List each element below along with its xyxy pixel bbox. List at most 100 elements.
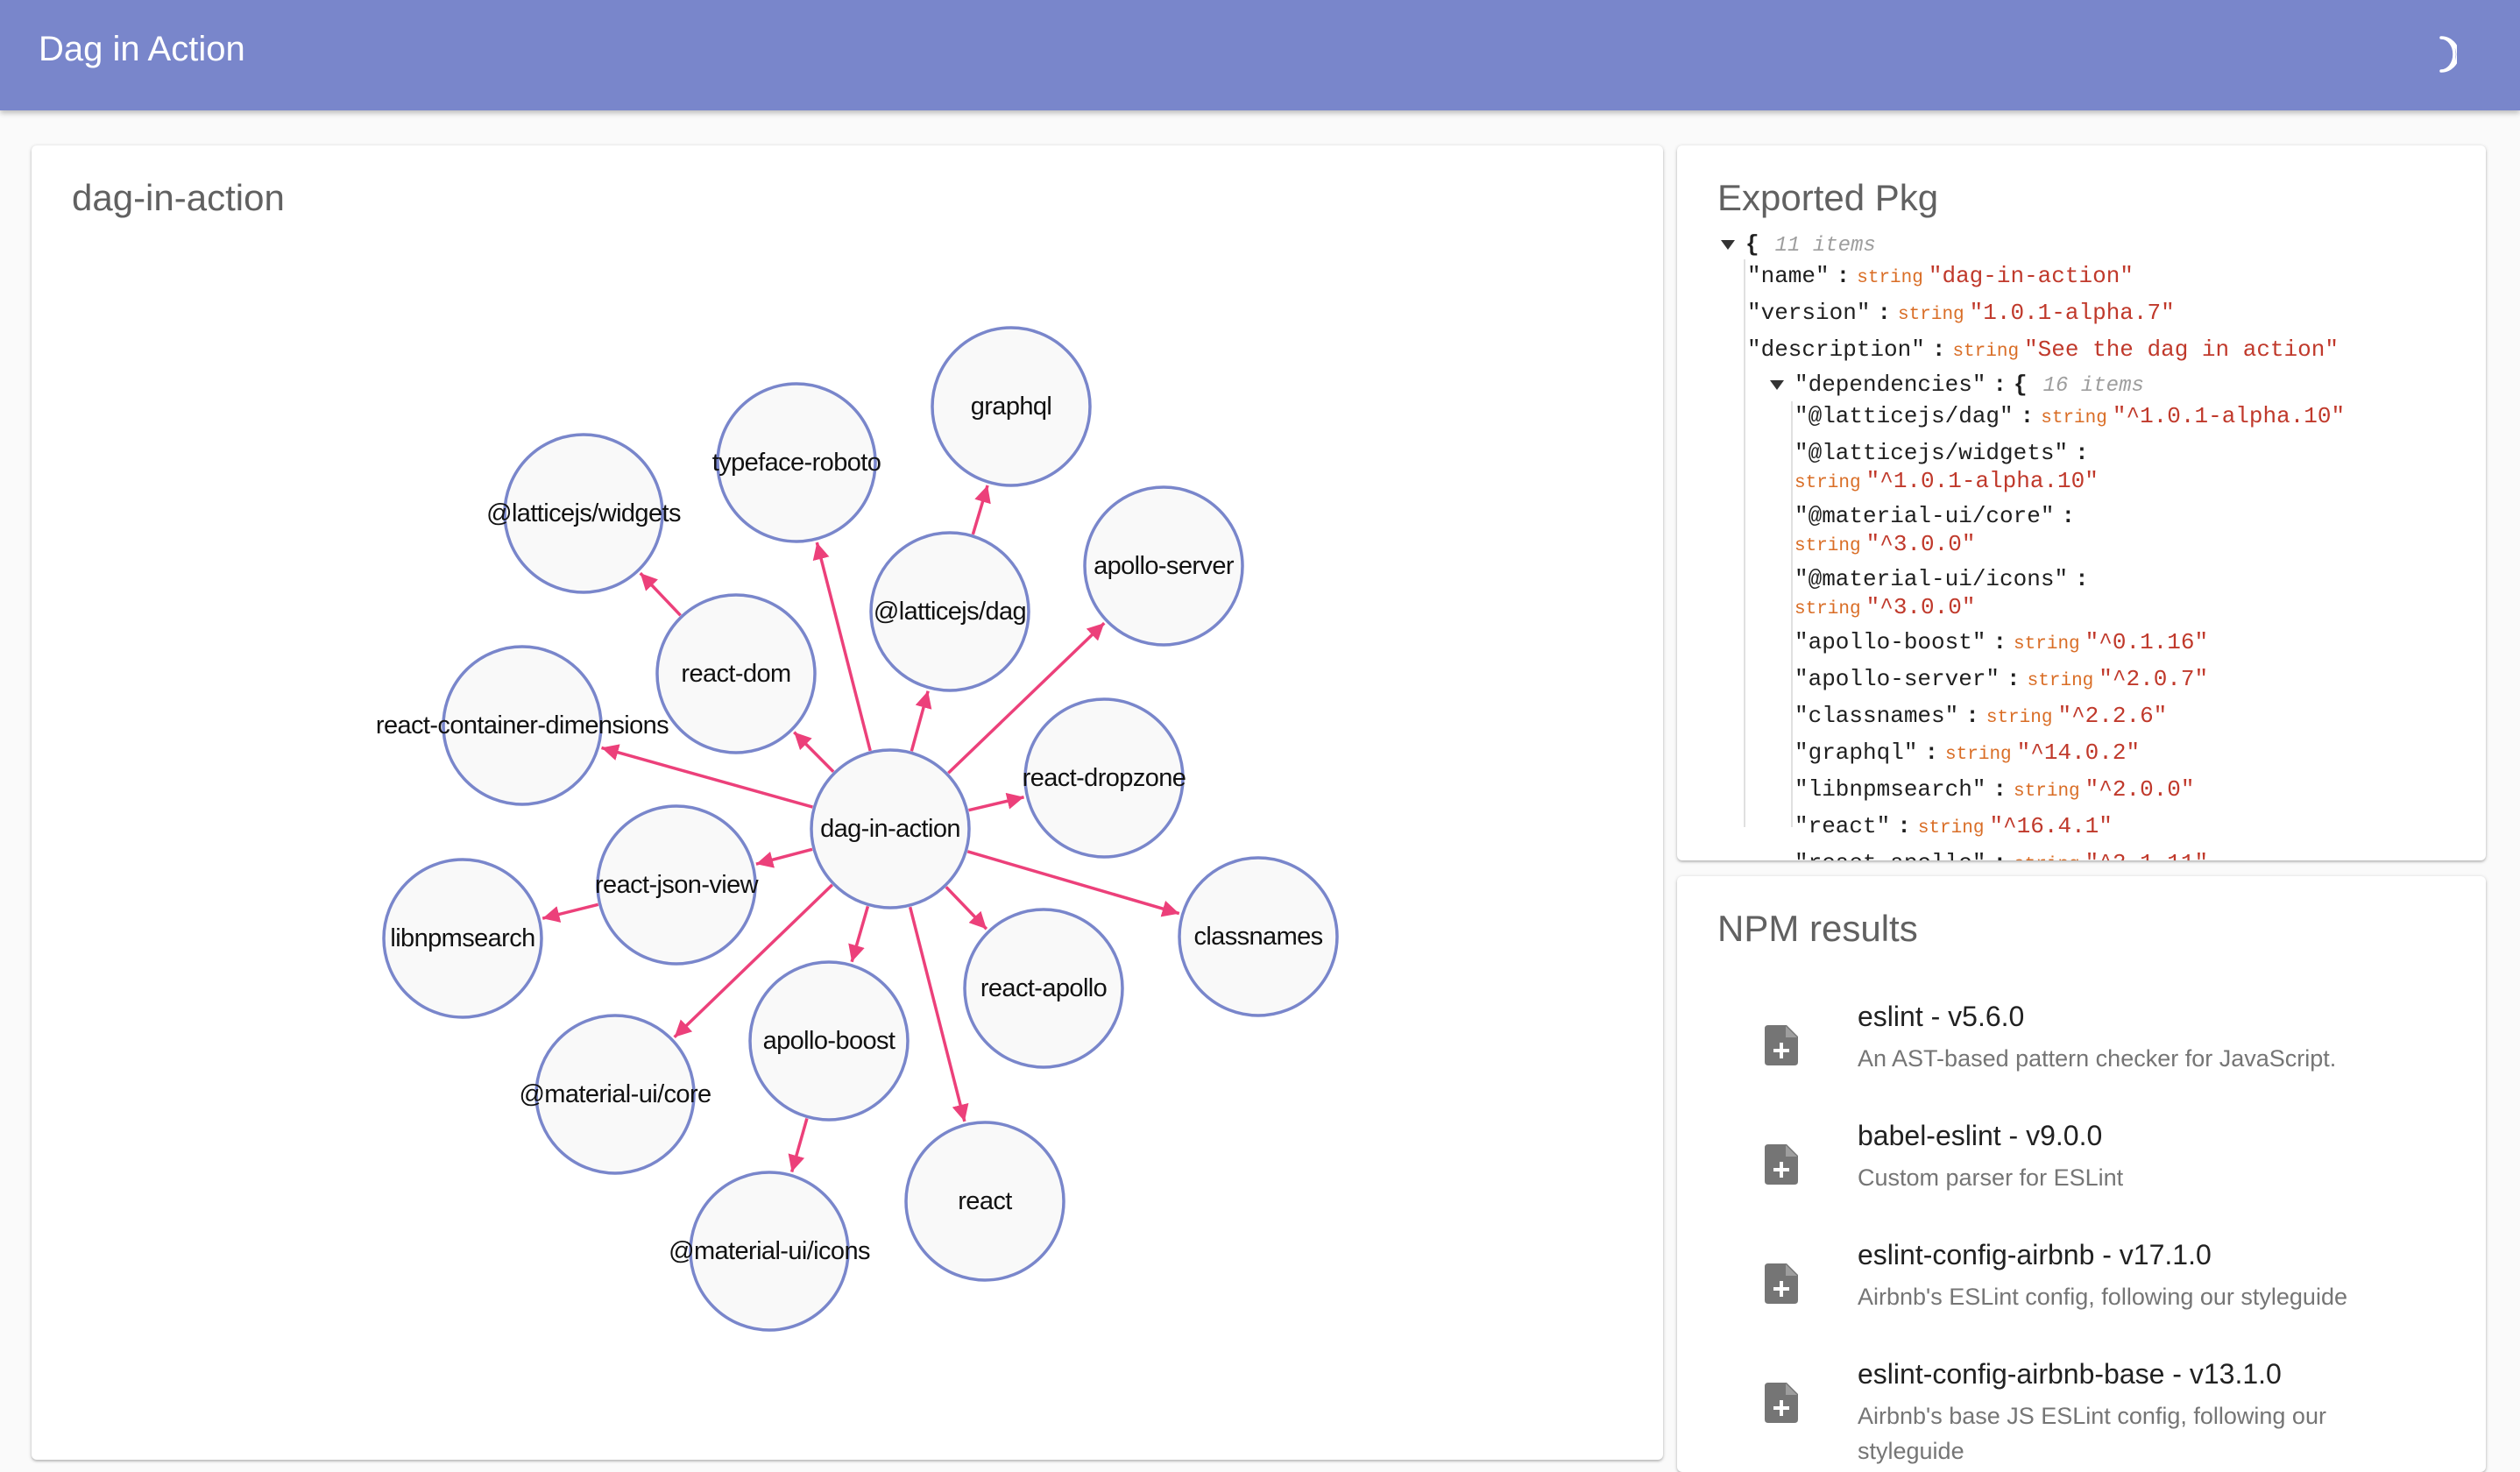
node-label: react — [958, 1187, 1012, 1215]
json-string-value: "^3.0.0" — [1865, 531, 1976, 557]
npm-result-item[interactable]: eslint-config-airbnb - v17.1.0 Airbnb's E… — [1677, 1239, 2486, 1353]
npm-result-description: An AST-based pattern checker for JavaScr… — [1858, 1045, 2337, 1072]
graph-node-material-ui-icons[interactable]: @material-ui/icons — [669, 1171, 871, 1332]
graph-node-react-dom[interactable]: react-dom — [655, 593, 817, 754]
note-add-icon — [1765, 1383, 1798, 1423]
npm-result-item[interactable]: babel-eslint - v9.0.0 Custom parser for E… — [1677, 1120, 2486, 1234]
moon-icon — [2439, 36, 2457, 73]
json-dependency-row: "classnames": string "^2.2.6" — [1794, 703, 2168, 729]
json-key: "apollo-boost" — [1794, 629, 1986, 655]
npm-result-name: eslint - v5.6.0 — [1858, 1001, 2025, 1032]
node-label: react-dropzone — [1023, 764, 1186, 792]
json-dependency-row: "@latticejs/widgets": — [1794, 440, 2089, 466]
collapse-dependencies-toggle[interactable] — [1770, 379, 1784, 390]
json-dependency-value-row: string "^3.0.0" — [1794, 529, 1975, 559]
graph-node-classnames[interactable]: classnames — [1178, 856, 1339, 1017]
json-type-label: string — [2014, 855, 2080, 860]
json-type-label: string — [2027, 671, 2094, 691]
json-key: "graphql" — [1794, 740, 1918, 766]
edge-dag-in-action-to-react-container-dimensions — [601, 744, 813, 809]
graph-node-graphql[interactable]: graphql — [931, 326, 1092, 487]
node-label: react-container-dimensions — [376, 711, 669, 740]
edge-dag-in-action-to-react — [908, 906, 969, 1122]
json-key: "apollo-server" — [1794, 666, 2000, 692]
json-string-value: "^1.0.1-alpha.10" — [2112, 403, 2346, 429]
json-string-value: "^3.0.0" — [1865, 594, 1976, 620]
edge-dag-in-action-to-classnames — [966, 850, 1180, 917]
graph-node-apollo-boost[interactable]: apollo-boost — [748, 960, 910, 1122]
json-key: "@material-ui/icons" — [1794, 566, 2069, 592]
edge-react-dom-to-latticejs-widgets — [639, 571, 682, 617]
graph-node-latticejs-widgets[interactable]: @latticejs/widgets — [486, 433, 682, 594]
json-key: "name" — [1747, 263, 1830, 289]
node-label: dag-in-action — [820, 815, 960, 843]
graph-node-react-container-dimensions[interactable]: react-container-dimensions — [376, 645, 669, 806]
dag-graph[interactable]: dag-in-action graphql typeface-roboto @latt… — [32, 145, 1663, 1460]
json-string-value: "^2.0.7" — [2099, 666, 2209, 692]
graph-node-material-ui-core[interactable]: @material-ui/core — [519, 1014, 711, 1175]
json-dependency-row: "libnpmsearch": string "^2.0.0" — [1794, 776, 2195, 803]
graph-node-react-dropzone[interactable]: react-dropzone — [1023, 697, 1186, 859]
json-dependency-row: "@material-ui/icons": — [1794, 566, 2089, 592]
graph-node-react[interactable]: react — [904, 1121, 1065, 1282]
dependencies-item-count: 16 items — [2042, 374, 2144, 398]
json-type-label: string — [1986, 708, 2053, 728]
json-dependency-row: "graphql": string "^14.0.2" — [1794, 740, 2141, 766]
edge-dag-in-action-to-latticejs-dag — [910, 690, 932, 752]
json-key: "react" — [1794, 813, 1891, 839]
graph-node-libnpmsearch[interactable]: libnpmsearch — [382, 858, 543, 1019]
json-dependency-value-row: string "^3.0.0" — [1794, 592, 1975, 622]
graph-node-latticejs-dag[interactable]: @latticejs/dag — [869, 531, 1030, 692]
json-indent-guide — [1791, 401, 1793, 827]
edge-dag-in-action-to-apollo-boost — [848, 905, 870, 963]
node-label: typeface-roboto — [712, 449, 881, 477]
json-viewer: {11 items "name": string "dag-in-action" "v… — [1721, 230, 2474, 860]
node-label: react-dom — [681, 660, 790, 688]
node-label: @latticejs/widgets — [486, 499, 681, 527]
json-key: "libnpmsearch" — [1794, 776, 1986, 803]
json-field-row: "description": string "See the dag in acti… — [1747, 336, 2339, 363]
node-label: classnames — [1193, 923, 1322, 951]
json-key: "@latticejs/dag" — [1794, 403, 2014, 429]
edge-apollo-boost-to-material-ui-icons — [788, 1118, 809, 1173]
node-label: @material-ui/core — [519, 1080, 711, 1108]
json-string-value: "^14.0.2" — [2016, 740, 2141, 766]
json-root-row: {11 items — [1721, 230, 1876, 259]
json-dependency-row: "react": string "^16.4.1" — [1794, 813, 2113, 839]
json-string-value: "^0.1.16" — [2085, 629, 2209, 655]
theme-toggle-button[interactable] — [2411, 26, 2467, 82]
json-type-label: string — [1898, 305, 1964, 325]
json-string-value: "dag-in-action" — [1928, 263, 2134, 289]
node-label: @material-ui/icons — [669, 1237, 870, 1265]
npm-result-description: Airbnb's base JS ESLint config, followin… — [1858, 1403, 2326, 1464]
node-label: graphql — [971, 393, 1052, 421]
npm-result-name: eslint-config-airbnb-base - v13.1.0 — [1858, 1358, 2282, 1390]
node-label: react-apollo — [980, 974, 1107, 1002]
graph-node-react-apollo[interactable]: react-apollo — [963, 908, 1124, 1069]
edge-dag-in-action-to-react-dropzone — [968, 792, 1024, 812]
json-key: "react-apollo" — [1794, 850, 1986, 860]
json-string-value: "^2.1.11" — [2085, 850, 2208, 860]
edge-latticejs-dag-to-graphql — [971, 485, 991, 535]
json-dependencies-row: "dependencies":{16 items — [1770, 370, 2144, 400]
json-type-label: string — [2041, 408, 2107, 428]
npm-result-item[interactable]: eslint - v5.6.0 An AST-based pattern chec… — [1677, 1001, 2486, 1115]
json-type-label: string — [1857, 268, 1923, 288]
npm-result-description: Custom parser for ESLint — [1858, 1164, 2124, 1191]
json-indent-guide — [1744, 259, 1745, 827]
json-field-row: "name": string "dag-in-action" — [1747, 263, 2134, 289]
graph-node-react-json-view[interactable]: react-json-view — [595, 804, 760, 966]
npm-result-name: eslint-config-airbnb - v17.1.0 — [1858, 1239, 2212, 1270]
json-type-label: string — [1794, 473, 1861, 493]
json-dependency-row: "apollo-server": string "^2.0.7" — [1794, 666, 2209, 692]
graph-node-typeface-roboto[interactable]: typeface-roboto — [712, 382, 881, 543]
npm-result-item[interactable]: eslint-config-airbnb-base - v13.1.0 Airbn… — [1677, 1358, 2486, 1472]
exported-pkg-card: Exported Pkg {11 items "name": string "dag… — [1677, 145, 2486, 860]
json-string-value: "^2.2.6" — [2057, 703, 2168, 729]
graph-node-apollo-server[interactable]: apollo-server — [1083, 485, 1244, 647]
app-bar: Dag in Action — [0, 0, 2520, 110]
note-add-icon — [1765, 1025, 1798, 1065]
collapse-root-toggle[interactable] — [1721, 239, 1735, 250]
graph-node-dag-in-action[interactable]: dag-in-action — [810, 748, 971, 909]
json-dependency-row: "@latticejs/dag": string "^1.0.1-alpha.10" — [1794, 403, 2346, 429]
